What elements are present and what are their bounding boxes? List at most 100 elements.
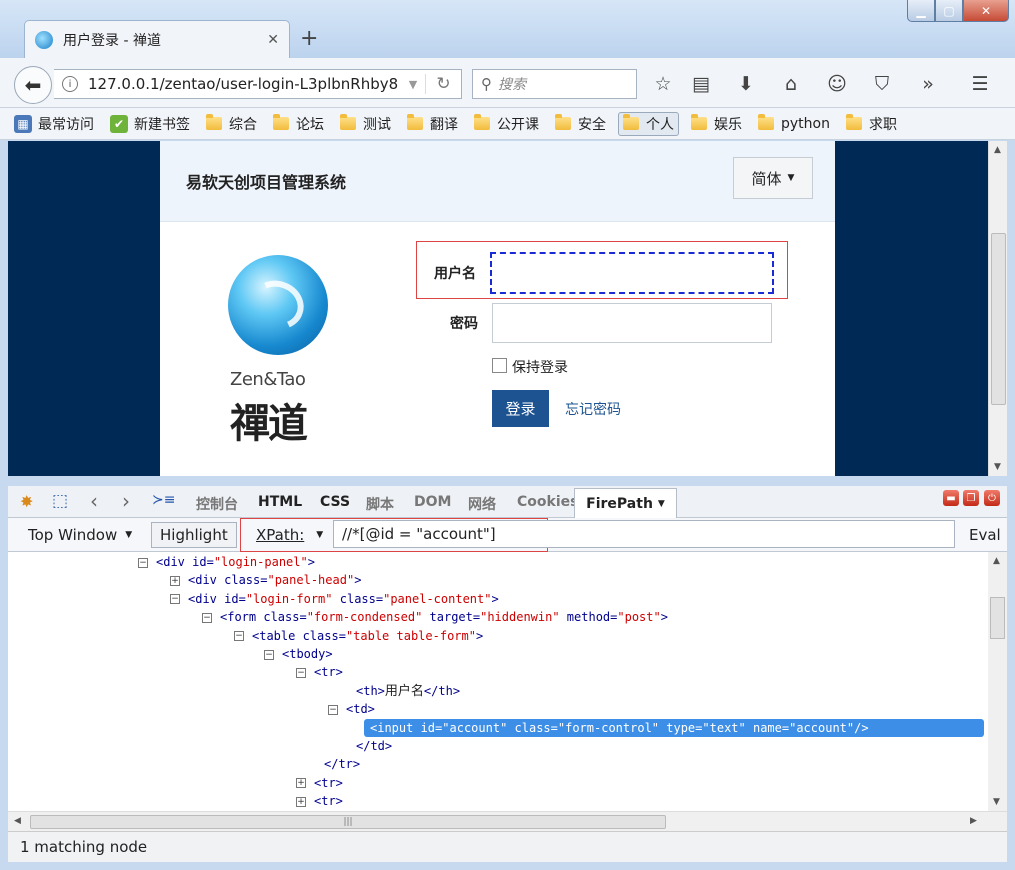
browser-tab[interactable]: 用户登录 - 禅道 ✕ [24, 20, 290, 58]
remember-checkbox[interactable] [492, 358, 507, 373]
detach-firebug-icon[interactable]: ❐ [963, 490, 979, 506]
tab-cookies[interactable]: Cookies [517, 494, 578, 510]
download-icon[interactable]: ⬇ [733, 72, 759, 96]
url-text: 127.0.0.1/zentao/user-login-L3plbnRhby8 [88, 75, 399, 93]
inspect-icon[interactable]: ⬚ [52, 491, 68, 511]
bookmark-most-visited[interactable]: ▦ 最常访问 [10, 112, 98, 136]
tree-node[interactable]: − <div id="login-form" class="panel-conte… [170, 590, 499, 608]
username-input[interactable] [490, 252, 774, 294]
tab-css[interactable]: CSS [320, 494, 350, 510]
bookmark-folder-6[interactable]: 安全 [551, 112, 610, 136]
scroll-down-icon[interactable]: ▼ [993, 797, 1000, 807]
scroll-right-icon[interactable]: ▶ [970, 816, 977, 826]
url-bar[interactable]: i 127.0.0.1/zentao/user-login-L3plbnRhby… [54, 69, 462, 99]
highlight-button[interactable]: Highlight [151, 522, 237, 548]
command-line-icon[interactable]: ≻≡ [152, 492, 175, 508]
collapse-icon[interactable]: − [202, 612, 212, 623]
eval-button[interactable]: Eval [969, 526, 1001, 544]
back-button[interactable]: ⬅ [14, 66, 52, 104]
pocket-icon[interactable]: ⛉ [869, 72, 895, 96]
overflow-icon[interactable]: » [915, 72, 941, 96]
tab-dom[interactable]: DOM [414, 494, 451, 510]
bookmark-folder-8[interactable]: 娱乐 [687, 112, 746, 136]
tree-node[interactable]: − <td> [328, 700, 375, 718]
tree-node[interactable]: + <div class="panel-head"> [170, 571, 361, 589]
close-window-button[interactable]: ✕ [963, 0, 1009, 22]
maximize-button[interactable]: ▢ [935, 0, 963, 22]
forgot-password-link[interactable]: 忘记密码 [565, 399, 621, 419]
expand-icon[interactable]: + [296, 796, 306, 807]
tree-scrollbar[interactable]: ▲ ▼ [988, 552, 1007, 811]
tree-node-selected[interactable]: <input id="account" class="form-control"… [364, 718, 984, 737]
reading-list-icon[interactable]: ▤ [688, 72, 714, 96]
collapse-icon[interactable]: − [328, 704, 338, 715]
tab-net[interactable]: 网络 [468, 494, 496, 514]
tree-node[interactable]: </tr> [296, 755, 360, 773]
info-icon[interactable]: i [62, 76, 78, 92]
tree-node[interactable]: − <tbody> [264, 645, 333, 663]
scroll-thumb[interactable]: ||| [30, 815, 666, 829]
expand-icon[interactable]: + [296, 778, 306, 789]
scroll-up-icon[interactable]: ▲ [993, 556, 1000, 566]
firebug-icon[interactable]: ✸ [20, 492, 33, 511]
scroll-down-icon[interactable]: ▼ [994, 462, 1001, 472]
bookmark-folder-2[interactable]: 论坛 [269, 112, 328, 136]
collapse-icon[interactable]: − [264, 649, 274, 660]
tab-console[interactable]: 控制台 [196, 494, 238, 514]
power-icon[interactable]: ⏻ [984, 490, 1000, 506]
chevron-right-icon[interactable]: › [122, 489, 130, 513]
chevron-down-icon[interactable]: ▼ [401, 78, 425, 91]
tab-html[interactable]: HTML [258, 494, 302, 510]
bookmark-folder-7[interactable]: 个人 [618, 111, 679, 136]
bookmark-folder-9[interactable]: python [754, 112, 834, 136]
page-scrollbar[interactable]: ▲ ▼ [988, 141, 1007, 476]
tree-node[interactable]: − <div id="login-panel"> [138, 553, 315, 571]
collapse-icon[interactable]: − [170, 594, 180, 605]
tree-node[interactable]: + <tr> [296, 792, 343, 810]
password-input[interactable] [492, 303, 772, 343]
bookmark-new[interactable]: ✔ 新建书签 [106, 112, 194, 136]
expand-icon[interactable]: + [170, 575, 180, 586]
smiley-icon[interactable]: ☺ [824, 72, 850, 96]
minimize-firebug-icon[interactable]: ▬ [943, 490, 959, 506]
minimize-button[interactable]: ▁ [907, 0, 935, 22]
tree-node[interactable]: </td> [328, 737, 392, 755]
bookmark-folder-3[interactable]: 测试 [336, 112, 395, 136]
star-icon[interactable]: ☆ [650, 72, 676, 96]
folder-icon [691, 114, 707, 130]
tree-node[interactable]: − <table class="table table-form"> [234, 627, 483, 645]
scroll-thumb[interactable] [991, 233, 1006, 405]
xpath-input[interactable]: //*[@id = "account"] [333, 520, 955, 548]
collapse-icon[interactable]: − [138, 557, 148, 568]
bookmark-folder-10[interactable]: 求职 [842, 112, 901, 136]
tree-node[interactable]: − <form class="form-condensed" target="hi… [202, 608, 668, 626]
reload-icon[interactable]: ↻ [425, 74, 461, 94]
tab-firepath[interactable]: FirePath ▼ [574, 488, 677, 519]
tree-node[interactable]: + <tr> [296, 774, 343, 792]
tree-node[interactable]: <th>用户名</th> [328, 682, 460, 700]
login-button[interactable]: 登录 [492, 390, 549, 427]
menu-icon[interactable]: ☰ [967, 72, 993, 96]
search-input[interactable]: ⚲ 搜索 [472, 69, 637, 99]
new-tab-button[interactable]: + [300, 26, 318, 51]
language-button[interactable]: 简体 ▼ [733, 157, 813, 199]
tab-script[interactable]: 脚本 [366, 494, 394, 514]
collapse-icon[interactable]: − [296, 667, 306, 678]
scroll-left-icon[interactable]: ◀ [14, 816, 21, 826]
navigation-bar: i 127.0.0.1/zentao/user-login-L3plbnRhby… [0, 58, 1015, 108]
tree-horizontal-scrollbar[interactable]: ◀ ||| ▶ [8, 811, 1007, 831]
scroll-up-icon[interactable]: ▲ [994, 145, 1001, 155]
close-tab-icon[interactable]: ✕ [267, 32, 279, 48]
bookmark-folder-4[interactable]: 翻译 [403, 112, 462, 136]
bookmark-folder-5[interactable]: 公开课 [470, 112, 543, 136]
home-icon[interactable]: ⌂ [778, 72, 804, 96]
collapse-icon[interactable]: − [234, 631, 244, 642]
xpath-select[interactable]: XPath: ▼ [248, 522, 331, 548]
bookmark-folder-1[interactable]: 综合 [202, 112, 261, 136]
page-viewport: 易软天创项目管理系统 简体 ▼ Zen&Tao 禪道 用户名 密码 保持登录 登录… [8, 141, 988, 476]
login-panel: 易软天创项目管理系统 简体 ▼ Zen&Tao 禪道 用户名 密码 保持登录 登录… [160, 141, 835, 476]
chevron-left-icon[interactable]: ‹ [90, 489, 98, 513]
tree-node[interactable]: − <tr> [296, 663, 343, 681]
top-window-select[interactable]: Top Window ▼ [20, 522, 140, 548]
scroll-thumb[interactable] [990, 597, 1005, 639]
